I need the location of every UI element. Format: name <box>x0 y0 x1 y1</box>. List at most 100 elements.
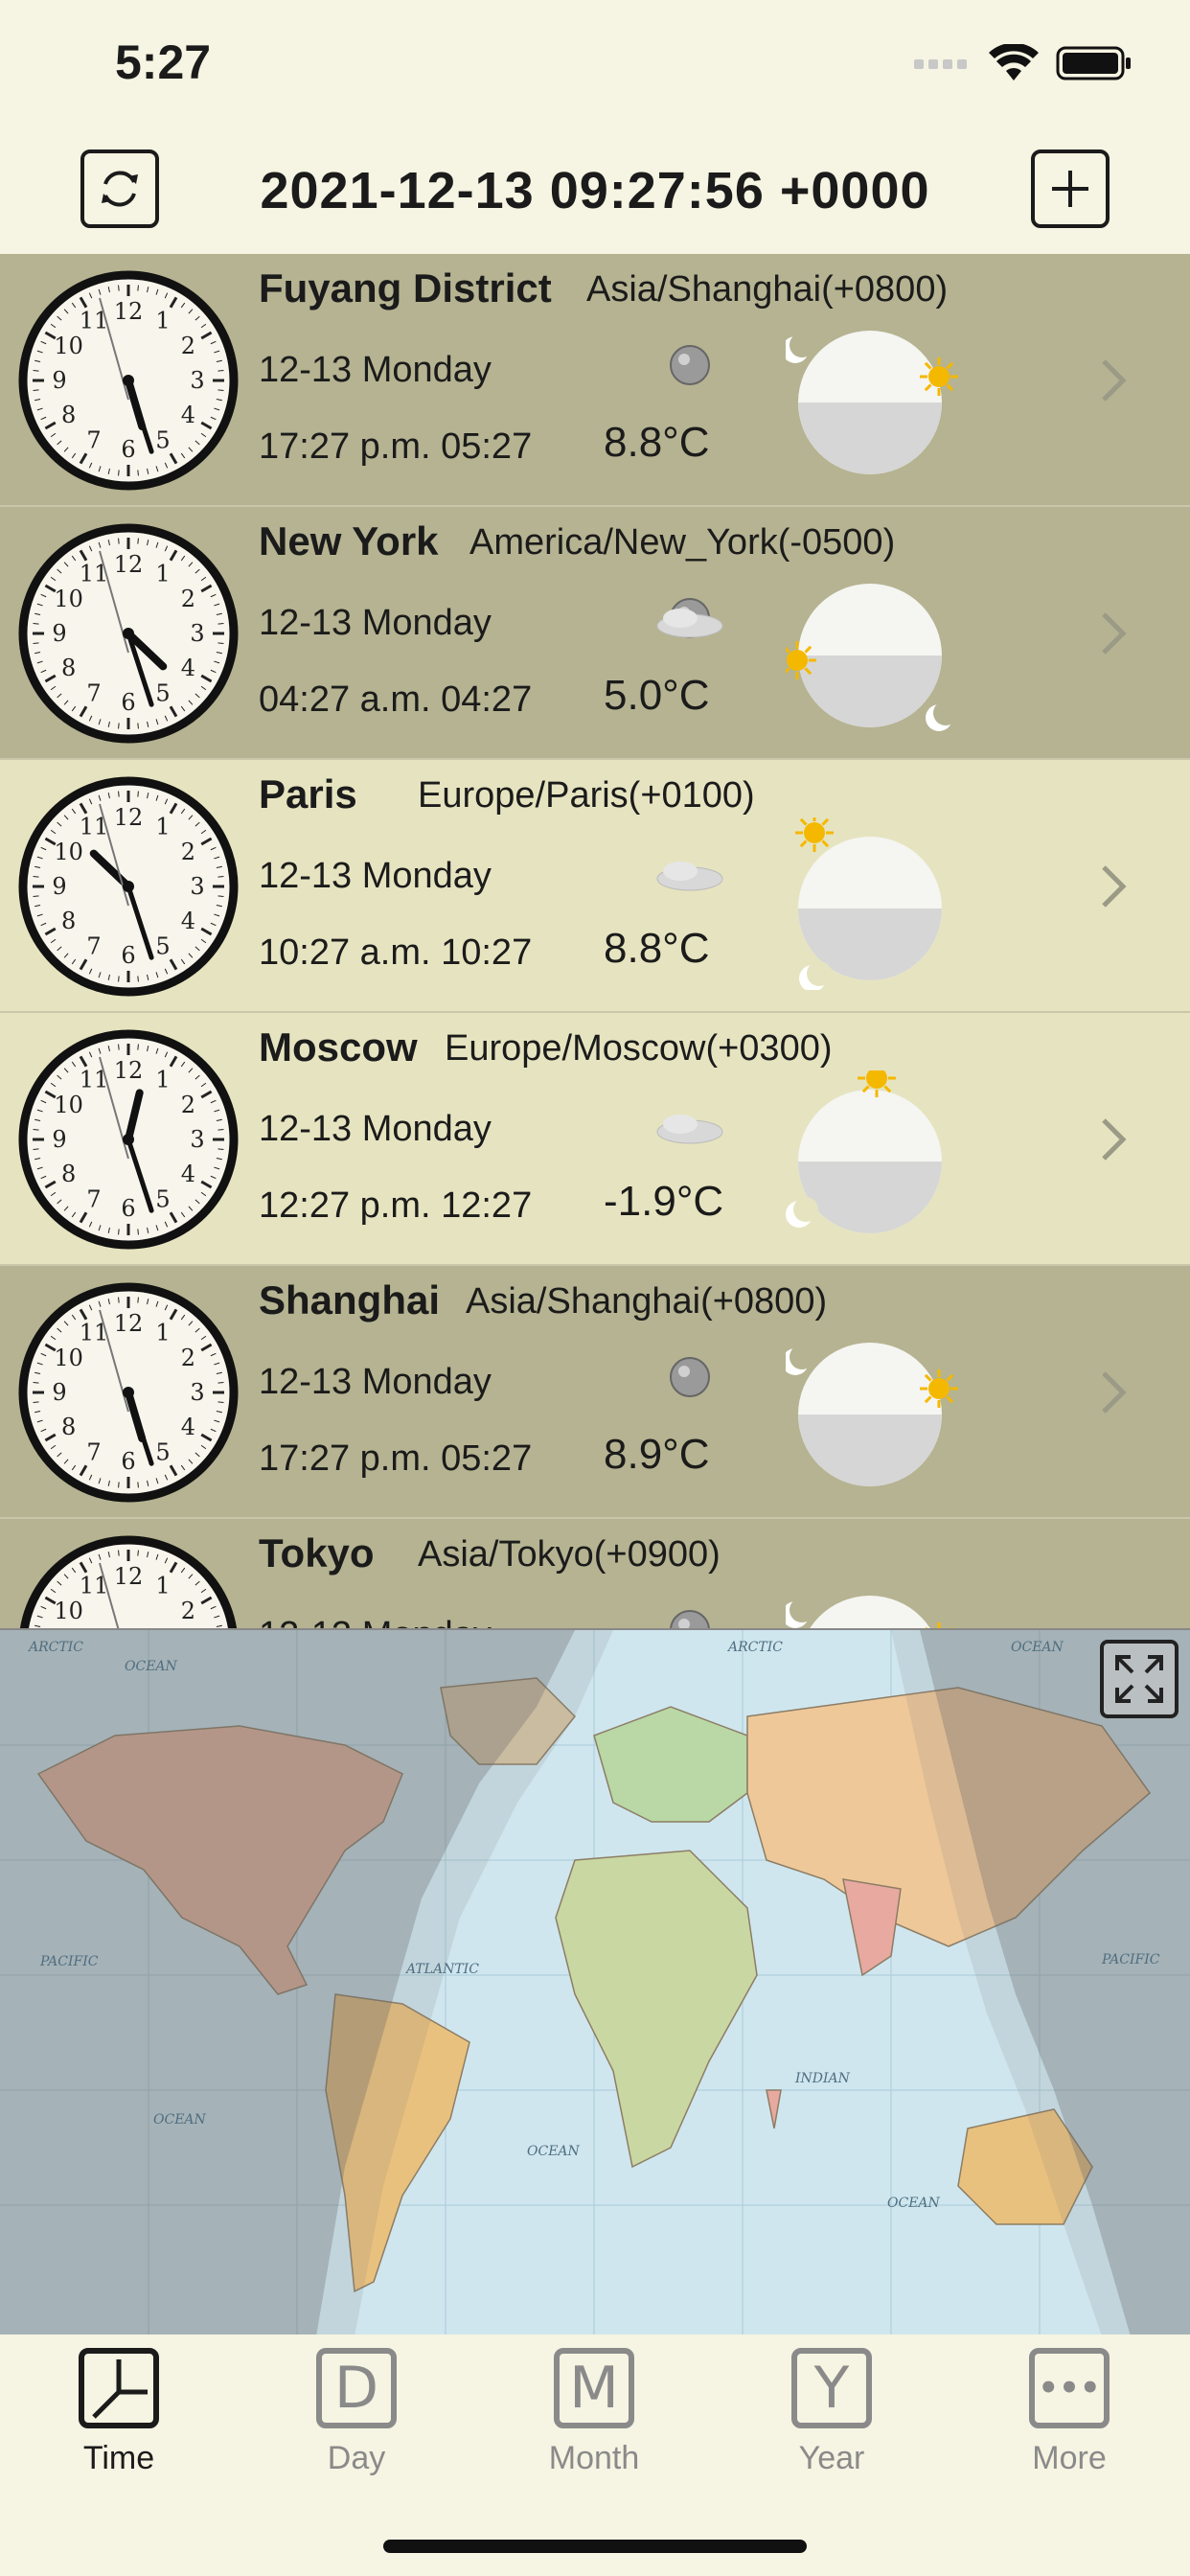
clock-numeral: 2 <box>181 1092 195 1118</box>
clock-numeral: 9 <box>52 620 66 647</box>
city-name: Moscow <box>259 1024 418 1070</box>
city-row[interactable]: 1 2 3 4 5 6 7 8 9 10 11 12 Fuyang District Asia/Sha… <box>0 254 1190 507</box>
cloud-icon <box>656 862 723 891</box>
clock-numeral: 1 <box>155 1573 170 1599</box>
tab-year[interactable]: Y Year <box>755 2348 908 2477</box>
clock-numeral: 4 <box>181 655 195 681</box>
cloud-icon <box>656 1115 723 1144</box>
header: 2021-12-13 09:27:56 +0000 <box>0 134 1190 254</box>
local-date: 12-13 Monday <box>259 1109 492 1149</box>
clock-numeral: 2 <box>181 839 195 865</box>
clock-numeral: 6 <box>121 689 135 716</box>
chevron-right-icon[interactable] <box>1094 356 1133 405</box>
clock-numeral: 12 <box>114 1310 144 1337</box>
local-date: 12-13 Monday <box>259 1362 492 1402</box>
moon-crescent-icon <box>799 961 832 990</box>
chevron-right-icon[interactable] <box>1094 609 1133 658</box>
clock-numeral: 7 <box>86 426 101 453</box>
tab-label: Month <box>548 2440 640 2476</box>
world-map-panel[interactable]: ARCTIC OCEAN ARCTIC OCEAN PACIFIC ATLANT… <box>0 1628 1190 2334</box>
analog-clock: 123456789101112 <box>18 270 239 491</box>
city-name: Fuyang District <box>259 265 552 310</box>
local-time: 12:27 p.m. 12:27 <box>259 1185 533 1226</box>
wifi-icon <box>989 44 1039 80</box>
clock-numeral: 3 <box>190 1379 204 1406</box>
city-row[interactable]: 1 2 3 4 5 6 7 8 9 10 11 12 Shanghai Asia/Shanghai(+… <box>0 1266 1190 1519</box>
timezone-label: Europe/Moscow(+0300) <box>445 1028 833 1069</box>
add-city-button[interactable] <box>1031 150 1110 228</box>
year-tab-icon: Y <box>791 2348 872 2428</box>
temperature: -1.9°C <box>604 1178 724 1225</box>
timezone-label: Asia/Shanghai(+0800) <box>466 1281 828 1322</box>
city-row[interactable]: 1 2 3 4 5 6 7 8 9 10 11 12 New York America/New_Yor… <box>0 507 1190 760</box>
city-row[interactable]: 123456789101112 Tokyo Asia/Tokyo(+0900) … <box>0 1519 1190 1628</box>
moon-crescent-icon <box>786 1197 818 1228</box>
clock-numeral: 10 <box>54 333 83 359</box>
ocean-label: INDIAN <box>794 2071 851 2086</box>
temperature: 8.8°C <box>604 419 710 466</box>
clock-numeral: 12 <box>114 804 144 831</box>
expand-map-button[interactable] <box>1100 1640 1179 1718</box>
sun-position-dial <box>786 1070 942 1233</box>
chevron-right-icon[interactable] <box>1094 1368 1133 1417</box>
city-name: Paris <box>259 771 357 816</box>
ocean-label: ARCTIC <box>726 1640 783 1655</box>
clock-numeral: 5 <box>155 1185 170 1212</box>
moon-icon <box>670 1610 710 1628</box>
world-map[interactable]: ARCTIC OCEAN ARCTIC OCEAN PACIFIC ATLANT… <box>0 1630 1190 2334</box>
clock-numeral: 12 <box>114 1057 144 1084</box>
clock-numeral: 5 <box>155 426 170 453</box>
tab-label: Day <box>327 2440 386 2476</box>
ocean-label: ATLANTIC <box>404 1962 479 1977</box>
clock-numeral: 6 <box>121 1195 135 1222</box>
city-row[interactable]: 1 2 3 4 5 6 7 8 9 10 11 12 Paris Europe/Paris(+0100… <box>0 760 1190 1013</box>
clock-numeral: 7 <box>86 679 101 706</box>
more-tab-icon: ••• <box>1029 2348 1110 2428</box>
clock-numeral: 9 <box>52 1126 66 1153</box>
clock-numeral: 10 <box>54 1345 83 1371</box>
local-time: 17:27 p.m. 05:27 <box>259 426 533 467</box>
clock-numeral: 2 <box>181 1345 195 1371</box>
ocean-label: OCEAN <box>1011 1640 1064 1655</box>
clock-numeral: 8 <box>61 655 76 681</box>
clock-numeral: 6 <box>121 436 135 463</box>
expand-icon <box>1115 1655 1163 1703</box>
tab-time[interactable]: Time <box>42 2348 195 2477</box>
tab-label: Time <box>82 2440 155 2476</box>
sun-position-dial <box>786 331 958 474</box>
plus-icon <box>1052 171 1088 207</box>
clock-numeral: 6 <box>121 942 135 969</box>
clock-numeral: 1 <box>155 814 170 840</box>
clock-numeral: 1 <box>155 1067 170 1093</box>
clock-numeral: 3 <box>190 367 204 394</box>
clock-numeral: 4 <box>181 908 195 934</box>
sun-position-dial <box>786 1596 953 1628</box>
clock-numeral: 7 <box>86 932 101 959</box>
tab-day[interactable]: D Day <box>280 2348 433 2477</box>
city-list[interactable]: 1 2 3 4 5 6 7 8 9 10 11 12 Fuyang District Asia/Sha… <box>0 254 1190 1628</box>
tab-label: Year <box>798 2440 865 2476</box>
clock-tab-icon <box>79 2348 159 2428</box>
clock-numeral: 1 <box>155 1320 170 1346</box>
tab-more[interactable]: ••• More <box>993 2348 1146 2477</box>
sun-position-dial <box>786 584 958 731</box>
tab-bar: Time D Day M Month Y Year ••• More <box>0 2334 1190 2576</box>
timezone-label: Asia/Shanghai(+0800) <box>586 269 949 310</box>
sun-icon <box>920 1369 958 1408</box>
clock-numeral: 7 <box>86 1185 101 1212</box>
clock-numeral: 10 <box>54 1092 83 1118</box>
tab-month[interactable]: M Month <box>517 2348 671 2477</box>
signal-icon <box>914 59 967 69</box>
battery-icon <box>1056 46 1131 80</box>
current-utc-time: 2021-12-13 09:27:56 +0000 <box>260 162 930 219</box>
analog-clock: 123456789101112 <box>18 1029 239 1250</box>
clock-numeral: 9 <box>52 873 66 900</box>
temperature: 8.9°C <box>604 1431 710 1478</box>
city-row[interactable]: 1 2 3 4 5 6 7 8 9 10 11 12 Moscow Europe/Moscow(+03… <box>0 1013 1190 1266</box>
sun-position-dial <box>786 1343 958 1486</box>
chevron-right-icon[interactable] <box>1094 1115 1133 1164</box>
local-time: 10:27 a.m. 10:27 <box>259 932 533 973</box>
status-bar: 5:27 <box>0 0 1190 134</box>
temperature: 8.8°C <box>604 925 710 972</box>
chevron-right-icon[interactable] <box>1094 862 1133 911</box>
